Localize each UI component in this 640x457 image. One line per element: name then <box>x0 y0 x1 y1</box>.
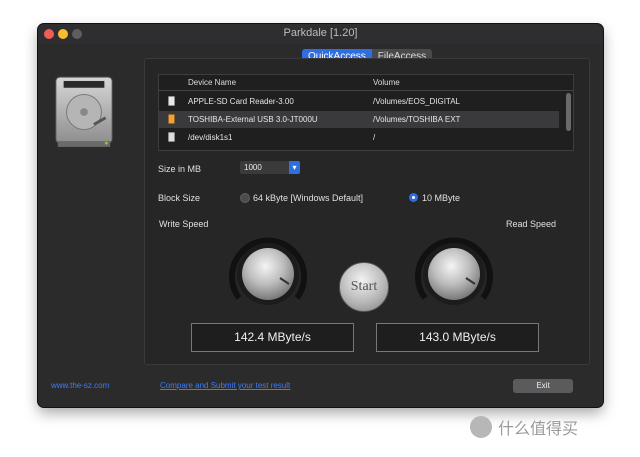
radio-64kbyte[interactable] <box>240 193 250 203</box>
write-speed-gauge <box>229 237 307 305</box>
exit-button[interactable]: Exit <box>513 379 573 393</box>
device-volume: /Volumes/EOS_DIGITAL <box>373 97 460 106</box>
device-volume: / <box>373 133 376 142</box>
start-button[interactable]: Start <box>339 262 389 312</box>
device-name: /dev/disk1s1 <box>188 133 233 142</box>
write-speed-label: Write Speed <box>159 219 209 229</box>
device-table: Device Name Volume APPLE-SD Card Reader-… <box>158 74 574 151</box>
window-title: Parkdale [1.20] <box>283 27 358 39</box>
watermark-logo-icon <box>470 416 492 438</box>
watermark-text: 什么值得买 <box>498 421 579 438</box>
compare-submit-link[interactable]: Compare and Submit your test result <box>160 381 290 390</box>
external-drive-icon <box>168 114 175 124</box>
radio-10mbyte-label: 10 MByte <box>422 193 461 203</box>
table-row[interactable]: TOSHIBA-External USB 3.0-JT000U /Volumes… <box>159 111 559 128</box>
titlebar: Parkdale [1.20] <box>38 24 603 44</box>
device-volume: /Volumes/TOSHIBA EXT <box>373 115 461 124</box>
size-label: Size in MB <box>158 164 202 174</box>
size-select[interactable]: 1000 ▾ <box>240 161 300 174</box>
radio-64kbyte-label: 64 kByte [Windows Default] <box>253 193 364 203</box>
size-value: 1000 <box>244 163 262 172</box>
read-speed-readout: 143.0 MByte/s <box>376 323 539 352</box>
read-speed-gauge <box>415 237 493 305</box>
table-scrollbar[interactable] <box>566 93 571 131</box>
device-name: TOSHIBA-External USB 3.0-JT000U <box>188 115 318 124</box>
column-header-device-name: Device Name <box>188 78 237 87</box>
column-header-volume: Volume <box>373 78 400 87</box>
table-row[interactable]: /dev/disk1s1 / <box>159 129 559 146</box>
device-name: APPLE-SD Card Reader-3.00 <box>188 97 294 106</box>
internal-disk-icon <box>168 132 175 142</box>
sd-card-icon <box>168 96 175 106</box>
chevron-down-icon: ▾ <box>289 161 300 174</box>
write-speed-readout: 142.4 MByte/s <box>191 323 354 352</box>
block-size-label: Block Size <box>158 193 201 203</box>
hard-disk-icon <box>55 76 113 147</box>
table-header: Device Name Volume <box>159 75 573 91</box>
read-speed-label: Read Speed <box>506 219 557 229</box>
radio-10mbyte[interactable] <box>409 193 418 202</box>
website-link[interactable]: www.the-sz.com <box>51 381 109 390</box>
table-row[interactable]: APPLE-SD Card Reader-3.00 /Volumes/EOS_D… <box>159 93 559 110</box>
